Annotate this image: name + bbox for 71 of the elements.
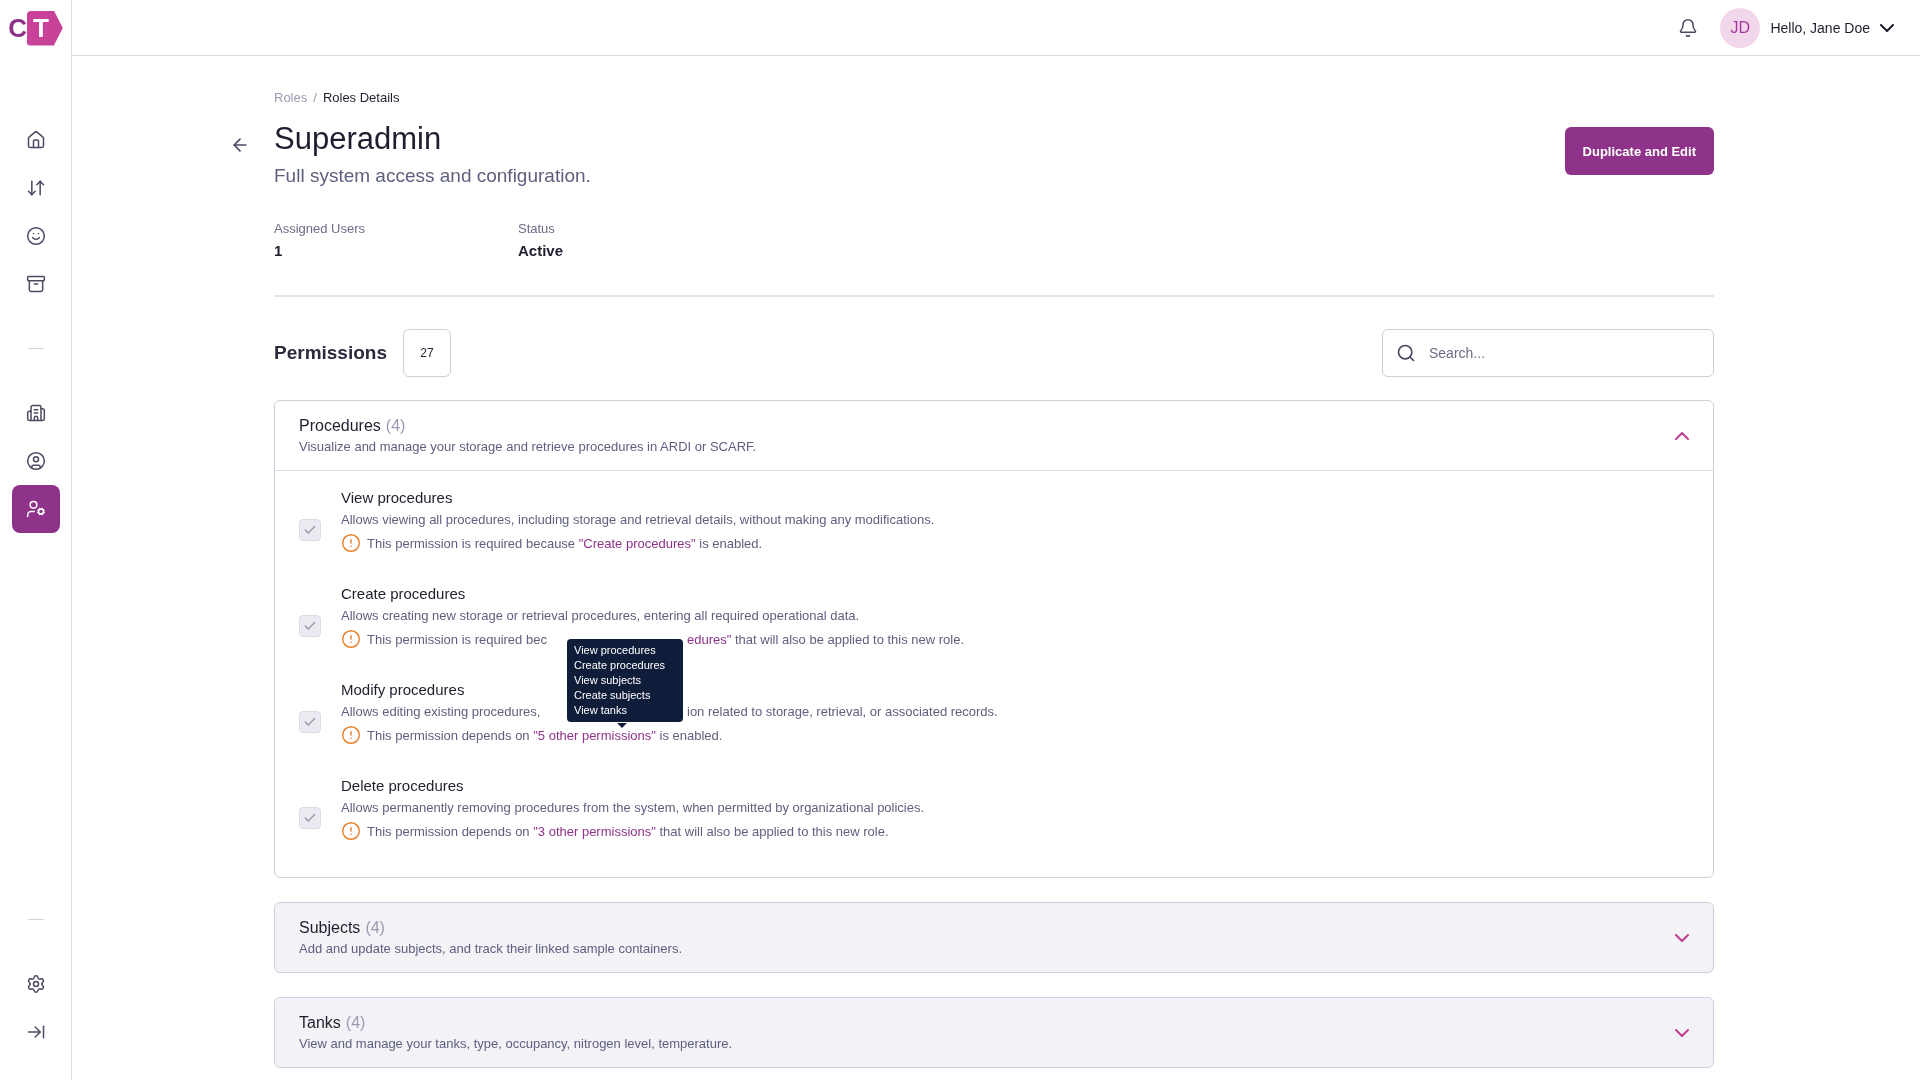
expand-toggle[interactable] — [1675, 1028, 1689, 1037]
group-count: (4) — [385, 417, 406, 435]
note-text: that will also be applied to this new role. — [734, 631, 965, 647]
chevron-up-icon — [1675, 431, 1689, 440]
permission-title: View procedures — [341, 489, 453, 506]
check-icon — [303, 523, 317, 537]
page-title: Superadmin — [274, 121, 443, 157]
avatar: JD — [1720, 7, 1761, 48]
permission-description: Allows permanently removing procedures from the system, when permitted by organizational policies. — [341, 800, 925, 815]
user-menu-button[interactable]: JD Hello, Jane Doe — [1720, 7, 1894, 48]
settings-icon — [25, 974, 46, 994]
user-circle-icon — [25, 451, 46, 471]
permission-description: Allows creating new storage or retrieval procedures, entering all required operational data. — [341, 608, 860, 623]
check-icon — [303, 619, 317, 633]
chevron-down-icon — [1675, 1028, 1689, 1037]
stat-value: Active — [518, 242, 565, 259]
warning-icon — [341, 725, 361, 745]
group-title: Subjects — [299, 919, 361, 937]
note-text: This permission is required bec — [367, 631, 547, 647]
note-text: This permission depends on — [367, 823, 531, 839]
tooltip: View procedures Create procedures View subjects Create subjects View tanks — [567, 639, 683, 722]
drawer-icon — [25, 274, 46, 294]
group-description: View and manage your tanks, type, occupancy, nitrogen level, temperature. — [299, 1036, 734, 1051]
permission-title: Create procedures — [341, 585, 466, 602]
expand-toggle[interactable] — [1675, 933, 1689, 942]
home-icon — [25, 130, 46, 150]
warning-icon — [341, 533, 361, 553]
permission-title: Modify procedures — [341, 681, 465, 698]
sidebar-item[interactable] — [11, 485, 60, 533]
building-icon — [25, 403, 46, 423]
warning-icon — [341, 821, 361, 841]
logo: C T — [8, 10, 63, 46]
stat-value: 1 — [274, 242, 284, 259]
note-text: that will also be applied to this new role. — [658, 823, 889, 839]
note-text: This permission depends on — [367, 727, 531, 743]
group-description: Add and update subjects, and track their linked sample containers. — [299, 941, 683, 956]
arrows-up-down-icon — [25, 178, 46, 198]
face-icon — [25, 226, 46, 246]
group-count: (4) — [365, 919, 385, 937]
permission-description: Allows editing existing procedures, — [341, 704, 541, 719]
check-icon — [303, 715, 317, 729]
group-count: (4) — [345, 1014, 366, 1032]
bell-icon — [1678, 17, 1699, 38]
group-title: Procedures — [299, 417, 381, 435]
chevron-down-icon — [1880, 23, 1894, 32]
group-title: Tanks — [299, 1014, 341, 1032]
permissions-count: 27 — [403, 329, 451, 377]
user-gear-icon — [25, 499, 46, 519]
breadcrumb-link[interactable]: Roles Details — [322, 90, 400, 105]
chevron-down-icon — [1675, 933, 1689, 942]
tooltip-pointer-icon — [617, 723, 627, 728]
check-icon — [303, 811, 317, 825]
group-description: Visualize and manage your storage and retrieve procedures in ARDI or SCARF. — [299, 439, 758, 454]
breadcrumb-separator: / — [313, 90, 317, 105]
permission-description: Allows viewing all procedures, including storage and retrieval details, without making any modifications. — [341, 512, 935, 527]
note-text: is enabled. — [658, 727, 723, 743]
permission-description: ion related to storage, retrieval, or associated records. — [687, 704, 998, 719]
warning-icon — [341, 629, 361, 649]
user-greeting: Hello, Jane Doe — [1770, 19, 1870, 36]
permission-title: Delete procedures — [341, 777, 464, 794]
note-text: This permission is required because — [367, 535, 577, 551]
stat-label: Assigned Users — [274, 221, 367, 236]
expand-toggle[interactable] — [1675, 431, 1689, 440]
search-field[interactable]: Search... — [1382, 329, 1714, 377]
stat-label: Status — [518, 221, 556, 236]
role-description: Full system access and configuration. — [274, 165, 592, 187]
note-text: is enabled. — [698, 535, 763, 551]
section-title: Permissions — [274, 342, 387, 364]
arrow-to-line-icon — [25, 1022, 46, 1042]
duplicate-and-edit-button[interactable]: Duplicate and Edit — [1564, 127, 1714, 175]
search-icon — [1396, 343, 1416, 363]
